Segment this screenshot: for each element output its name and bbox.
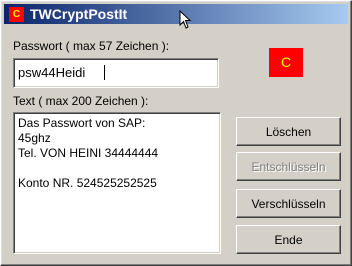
text-label: Text ( max 200 Zeichen ):: [13, 94, 149, 108]
text-field[interactable]: [13, 112, 221, 254]
text-input[interactable]: [17, 116, 214, 246]
delete-button[interactable]: Löschen: [236, 117, 341, 146]
password-label: Passwort ( max 57 Zeichen ):: [13, 39, 170, 53]
password-input[interactable]: [17, 62, 214, 82]
app-icon[interactable]: C: [9, 7, 24, 22]
encrypt-button[interactable]: Verschlüsseln: [236, 189, 341, 218]
mouse-cursor-icon: [179, 10, 192, 29]
window-title: TWCryptPostIt: [30, 6, 128, 22]
password-field[interactable]: [13, 58, 219, 88]
title-bar[interactable]: C TWCryptPostIt: [4, 4, 348, 24]
logo-icon: C: [269, 48, 303, 77]
app-window: C TWCryptPostIt Passwort ( max 57 Zeiche…: [0, 0, 352, 266]
end-button[interactable]: Ende: [236, 225, 341, 254]
text-caret: [104, 65, 105, 80]
decrypt-button[interactable]: Entschlüsseln: [236, 152, 341, 181]
